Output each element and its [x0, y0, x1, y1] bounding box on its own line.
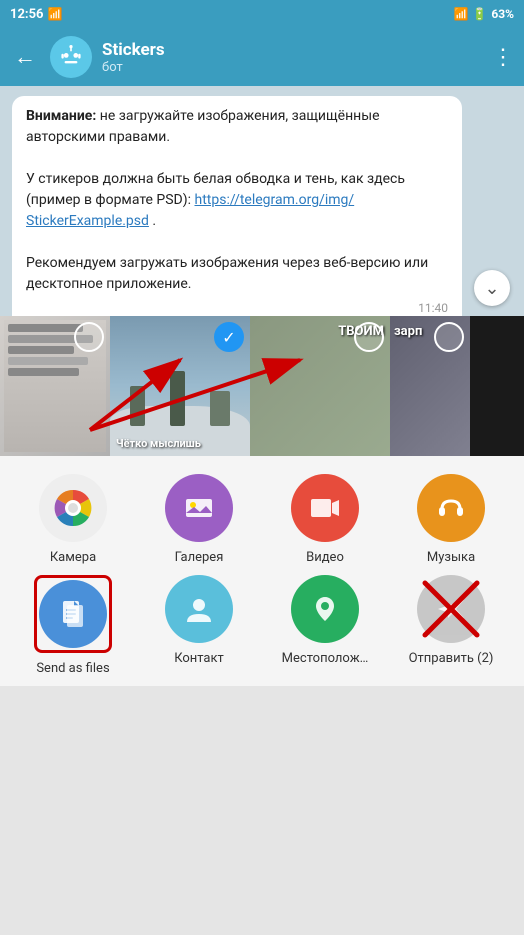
status-right: 📶 🔋 63% — [453, 7, 514, 21]
video-icon — [308, 491, 342, 525]
video-button[interactable]: Видео — [262, 474, 388, 565]
photo-item-4[interactable]: зарп — [390, 316, 470, 456]
contact-button[interactable]: Контакт — [136, 575, 262, 676]
camera-svg — [51, 486, 95, 530]
avatar — [50, 36, 92, 78]
photo-check-3[interactable] — [354, 322, 384, 352]
signal-icon: 📶 — [453, 7, 468, 21]
bubble-bold: Внимание: — [26, 108, 96, 124]
photo-check-1[interactable] — [74, 322, 104, 352]
photo-check-2[interactable]: ✓ — [214, 322, 244, 352]
location-icon — [308, 592, 342, 626]
music-icon-bg — [417, 474, 485, 542]
send-label: Отправить (2) — [409, 651, 494, 666]
file-icon — [56, 597, 90, 631]
gallery-button[interactable]: Галерея — [136, 474, 262, 565]
chat-bubble: Внимание: не загружайте изображения, защ… — [12, 96, 462, 316]
gallery-icon — [182, 491, 216, 525]
file-icon-bg — [39, 580, 107, 648]
battery-percent: 63% — [491, 7, 514, 21]
send-as-files-highlight — [34, 575, 112, 653]
photo-item-2[interactable]: ✓ Чётко мыслишь — [110, 316, 250, 456]
photo-strip-row: ✓ Чётко мыслишь ТВОИМ зарп — [0, 316, 524, 456]
chat-header: ← Stickers бот ⋮ — [0, 28, 524, 86]
camera-button[interactable]: Камера — [10, 474, 136, 565]
contact-icon-bg — [165, 575, 233, 643]
status-time: 12:56 — [10, 7, 44, 22]
location-icon-bg — [291, 575, 359, 643]
more-options-button[interactable]: ⋮ — [492, 45, 514, 70]
message-time: 11:40 — [26, 299, 448, 316]
location-button[interactable]: Местополож… — [262, 575, 388, 676]
battery-icon: 🔋 — [472, 7, 487, 21]
video-label: Видео — [306, 550, 344, 565]
music-icon — [434, 491, 468, 525]
gallery-label: Галерея — [175, 550, 224, 565]
contact-icon — [182, 592, 216, 626]
wifi-icon: 📶 — [48, 7, 63, 21]
bubble-text4: Рекомендуем загружать изображения через … — [26, 255, 428, 292]
chat-subtitle: бот — [102, 60, 482, 75]
send-button[interactable]: Отправить (2) — [388, 575, 514, 676]
gallery-icon-bg — [165, 474, 233, 542]
photo-label-2: Чётко мыслишь — [116, 437, 201, 450]
chat-area: Внимание: не загружайте изображения, защ… — [0, 86, 524, 316]
music-button[interactable]: Музыка — [388, 474, 514, 565]
photo-check-4[interactable] — [434, 322, 464, 352]
contact-label: Контакт — [174, 651, 224, 666]
attachment-menu: Камера Галерея Видео — [0, 456, 524, 686]
send-as-files-label: Send as files — [36, 661, 109, 676]
photo-item-3[interactable]: ТВОИМ — [250, 316, 390, 456]
photo-strip: ✓ Чётко мыслишь ТВОИМ зарп — [0, 316, 524, 456]
music-label: Музыка — [427, 550, 475, 565]
status-bar: 12:56 📶 📶 🔋 63% — [0, 0, 524, 28]
chat-title: Stickers — [102, 40, 482, 60]
video-icon-bg — [291, 474, 359, 542]
crossed-out-overlay — [417, 575, 485, 643]
back-button[interactable]: ← — [10, 40, 40, 74]
bubble-text: Внимание: не загружайте изображения, защ… — [26, 106, 448, 295]
camera-icon-bg — [39, 474, 107, 542]
chevron-down-icon: ⌄ — [484, 278, 499, 299]
scroll-down-button[interactable]: ⌄ — [474, 270, 510, 306]
check-icon: ✓ — [222, 328, 235, 347]
send-as-files-button[interactable]: Send as files — [10, 575, 136, 676]
camera-label: Камера — [50, 550, 96, 565]
location-label: Местополож… — [282, 651, 369, 666]
status-left: 12:56 📶 — [10, 7, 62, 22]
send-icon-wrapper — [417, 575, 485, 643]
photo-item-1[interactable] — [0, 316, 110, 456]
header-info: Stickers бот — [102, 40, 482, 75]
